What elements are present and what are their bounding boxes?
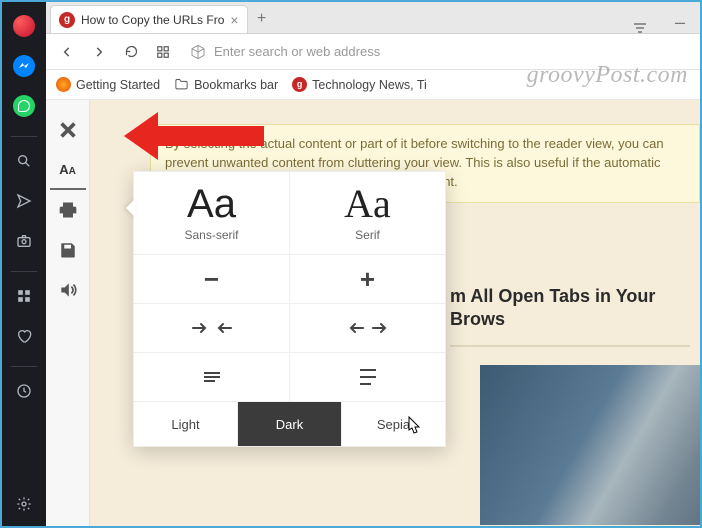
clock-icon (16, 383, 32, 399)
window-minimize-button[interactable]: – (660, 12, 700, 33)
search-icon (16, 153, 32, 169)
font-sample: Aa (187, 184, 236, 224)
article-title: m All Open Tabs in Your Brows (450, 285, 690, 332)
messenger-icon (13, 55, 35, 77)
cursor-icon (407, 416, 423, 436)
column-width-wide[interactable] (289, 303, 446, 353)
bookmark-label: Technology News, Ti (312, 78, 427, 92)
settings-button[interactable] (8, 488, 40, 520)
line-height-increase[interactable] (289, 352, 446, 402)
reader-speak-button[interactable] (50, 270, 86, 310)
font-label: Sans-serif (184, 228, 238, 242)
font-sample: Aa (344, 184, 391, 224)
camera-icon (16, 233, 32, 249)
chevron-right-icon (92, 45, 106, 59)
reader-font-button[interactable]: AA (50, 150, 86, 190)
divider (450, 345, 690, 347)
lines-narrow-icon (202, 370, 222, 384)
start-page-button[interactable] (150, 39, 176, 65)
annotation-arrow (124, 112, 264, 160)
opera-icon (13, 15, 35, 37)
forward-button[interactable] (86, 39, 112, 65)
printer-icon (58, 200, 78, 220)
theme-sepia-option[interactable]: Sepia (341, 401, 446, 447)
reader-toolbar: AA (46, 100, 90, 526)
reader-print-button[interactable] (50, 190, 86, 230)
new-tab-button[interactable]: + (248, 5, 276, 33)
search-button[interactable] (8, 145, 40, 177)
bookmark-tech-news[interactable]: g Technology News, Ti (292, 77, 427, 92)
tab-strip: g How to Copy the URLs Fro × + – (46, 2, 700, 34)
plus-icon: + (360, 264, 375, 295)
address-bar[interactable]: Enter search or web address (182, 39, 692, 65)
theme-label: Dark (276, 417, 303, 432)
font-label: Serif (355, 228, 380, 242)
tab-menu-icon (633, 23, 647, 33)
bookmark-favicon: g (292, 77, 307, 92)
speed-dial-button[interactable] (8, 280, 40, 312)
whatsapp-button[interactable] (8, 90, 40, 122)
font-serif-option[interactable]: Aa Serif (289, 171, 446, 255)
close-icon (57, 119, 79, 141)
tab-title: How to Copy the URLs Fro (81, 13, 224, 27)
arrows-out-icon (345, 319, 391, 337)
reload-icon (124, 44, 139, 59)
reader-save-button[interactable] (50, 230, 86, 270)
bookmark-folder[interactable]: Bookmarks bar (174, 77, 278, 92)
bookmark-getting-started[interactable]: Getting Started (56, 77, 160, 92)
minus-icon: − (204, 264, 219, 295)
sidebar-divider (11, 271, 37, 272)
gear-icon (16, 496, 32, 512)
grid-icon (17, 289, 31, 303)
font-size-decrease[interactable]: − (133, 254, 290, 304)
sidebar-divider (11, 136, 37, 137)
column-width-narrow[interactable] (133, 303, 290, 353)
font-settings-popover: Aa Sans-serif Aa Serif − + (134, 172, 446, 447)
address-placeholder: Enter search or web address (214, 44, 380, 59)
send-icon (16, 193, 32, 209)
history-button[interactable] (8, 375, 40, 407)
heart-icon (16, 328, 32, 344)
bookmark-label: Getting Started (76, 78, 160, 92)
folder-icon (174, 77, 189, 92)
browser-tab[interactable]: g How to Copy the URLs Fro × (50, 5, 248, 33)
chevron-left-icon (60, 45, 74, 59)
watermark: groovyPost.com (527, 62, 688, 89)
speaker-icon (58, 280, 78, 300)
line-height-decrease[interactable] (133, 352, 290, 402)
bookmarks-button[interactable] (8, 320, 40, 352)
lines-wide-icon (358, 368, 378, 386)
app-sidebar (2, 2, 46, 526)
font-icon: AA (59, 162, 76, 177)
firefox-icon (56, 77, 71, 92)
tab-favicon: g (59, 12, 75, 28)
opera-menu-button[interactable] (8, 10, 40, 42)
sidebar-divider (11, 366, 37, 367)
cube-icon (190, 44, 206, 60)
personal-news-button[interactable] (8, 185, 40, 217)
snapshot-button[interactable] (8, 225, 40, 257)
theme-label: Sepia (377, 417, 410, 432)
reload-button[interactable] (118, 39, 144, 65)
article-image (480, 365, 700, 525)
tab-close-button[interactable]: × (230, 13, 238, 27)
arrows-in-icon (189, 319, 235, 337)
theme-light-option[interactable]: Light (133, 401, 238, 447)
font-size-increase[interactable]: + (289, 254, 446, 304)
save-icon (59, 241, 77, 259)
messenger-button[interactable] (8, 50, 40, 82)
font-sans-serif-option[interactable]: Aa Sans-serif (133, 171, 290, 255)
tab-menu-button[interactable] (620, 23, 660, 33)
whatsapp-icon (13, 95, 35, 117)
reader-close-button[interactable] (50, 110, 86, 150)
back-button[interactable] (54, 39, 80, 65)
theme-dark-option[interactable]: Dark (237, 401, 342, 447)
bookmark-label: Bookmarks bar (194, 78, 278, 92)
theme-label: Light (171, 417, 199, 432)
grid-icon (156, 45, 170, 59)
